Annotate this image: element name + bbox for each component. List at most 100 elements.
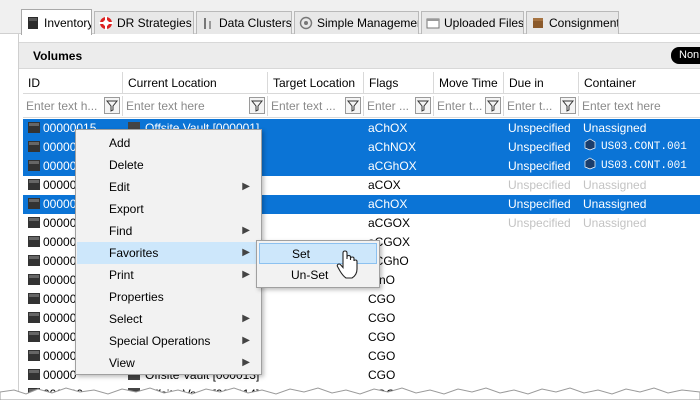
menu-item-favorites[interactable]: Favorites ▶ [77,242,260,264]
filter-cell-flags [364,96,434,116]
volume-icon [28,274,40,285]
filter-icon [250,100,264,112]
cell-flags: aCGOX [368,216,411,230]
filter-button-id[interactable] [104,97,120,114]
cell-due-in: Unspecified [504,157,579,176]
column-header-container[interactable]: Container [579,72,700,94]
volumes-header: Volumes Non [19,42,700,69]
filter-button-current-location[interactable] [249,97,265,114]
inventory-icon [28,16,38,29]
cell-due-in: Unspecified [504,138,579,157]
mouse-pointer-icon [336,250,358,279]
filter-input-current-location[interactable] [126,97,246,115]
context-menu: Add Delete Edit ▶ Export Find ▶ Favorites ▶… [75,129,262,375]
filter-button-due-in[interactable] [560,97,576,114]
column-header-move-time[interactable]: Move Time [434,72,504,94]
column-header-row: ID Current Location Target Location Flag… [23,72,700,94]
cell-container: Unassigned [583,216,647,230]
filter-input-move-time[interactable] [437,97,485,115]
tab-strip: Inventory DR Strategies Data Clusters Si… [0,0,700,35]
tab-data-clusters[interactable]: Data Clusters [196,11,292,34]
filter-icon [561,100,575,112]
chevron-right-icon: ▶ [242,247,250,258]
menu-item-edit[interactable]: Edit ▶ [77,176,260,198]
menu-item-export[interactable]: Export [77,198,260,220]
cell-move-time [434,157,504,176]
cell-due-in: Unspecified [504,195,579,214]
cell-flags: aChNOX [364,138,434,157]
filter-button-move-time[interactable] [485,97,501,114]
filter-button-flags[interactable] [415,97,431,114]
tab-uploaded-files[interactable]: Uploaded Files [421,11,524,34]
submenu-item-unset[interactable]: Un-Set [259,265,377,286]
menu-item-delete[interactable]: Delete [77,154,260,176]
column-header-id[interactable]: ID [23,72,123,94]
consignments-icon [533,18,543,28]
cell-due-in: Unspecified [508,216,571,230]
volume-icon [28,217,40,228]
menu-item-select[interactable]: Select ▶ [77,308,260,330]
filter-button-target-location[interactable] [345,97,361,114]
volume-icon [28,255,40,266]
filter-input-flags[interactable] [367,97,415,115]
cell-flags: aCOX [368,178,401,192]
simple-management-icon [299,16,313,30]
filter-cell-due-in [504,96,579,116]
menu-item-add[interactable]: Add [77,132,260,154]
volume-icon [28,160,40,171]
cell-due-in: Unspecified [504,119,579,138]
column-header-flags[interactable]: Flags [364,72,434,94]
tab-label: Consignments [549,16,619,30]
filter-row [23,94,700,118]
filter-icon [105,100,119,112]
tab-label: Simple Management [317,16,419,30]
tab-label: Inventory [44,15,92,30]
filter-input-target-location[interactable] [271,97,343,115]
view-toggle[interactable]: Non [671,47,700,64]
volume-icon [28,236,40,247]
cell-flags: CGO [368,292,396,306]
tab-inventory[interactable]: Inventory [21,9,92,35]
filter-cell-id [23,96,123,116]
tab-label: DR Strategies [117,16,192,30]
column-header-due-in[interactable]: Due in [504,72,579,94]
menu-item-find[interactable]: Find ▶ [77,220,260,242]
volume-icon [28,179,40,190]
menu-item-print[interactable]: Print ▶ [77,264,260,286]
filter-input-container[interactable] [582,97,692,115]
filter-input-due-in[interactable] [507,97,559,115]
cell-target-location [268,119,364,138]
chevron-right-icon: ▶ [242,269,250,280]
filter-icon [346,100,360,112]
column-header-target-location[interactable]: Target Location [268,72,364,94]
volume-icon [28,122,40,133]
chevron-right-icon: ▶ [242,313,250,324]
container-icon [584,157,596,170]
tab-dr-strategies[interactable]: DR Strategies [94,11,194,34]
filter-icon [486,100,500,112]
cell-flags: CGO [368,311,396,325]
filter-cell-target-location [268,96,364,116]
column-header-current-location[interactable]: Current Location [123,72,268,94]
volume-icon [28,350,40,361]
tab-label: Data Clusters [219,16,292,30]
menu-item-special-operations[interactable]: Special Operations ▶ [77,330,260,352]
volume-icon [28,198,40,209]
cell-flags: nO [379,273,396,287]
tab-consignments[interactable]: Consignments [526,11,619,34]
menu-item-properties[interactable]: Properties [77,286,260,308]
data-clusters-icon [204,18,211,29]
filter-cell-container [579,96,700,116]
chevron-right-icon: ▶ [242,225,250,236]
favorites-submenu: Set Un-Set [256,240,380,288]
cell-move-time [434,195,504,214]
cell-move-time [434,119,504,138]
filter-input-id[interactable] [26,97,102,115]
cell-flags: CGO [368,349,396,363]
filter-icon [416,100,430,112]
cell-flags: CGO [368,330,396,344]
tab-simple-management[interactable]: Simple Management [294,11,419,34]
submenu-item-set[interactable]: Set [259,243,377,264]
cell-flags: aChOX [364,119,434,138]
volume-icon [28,293,40,304]
